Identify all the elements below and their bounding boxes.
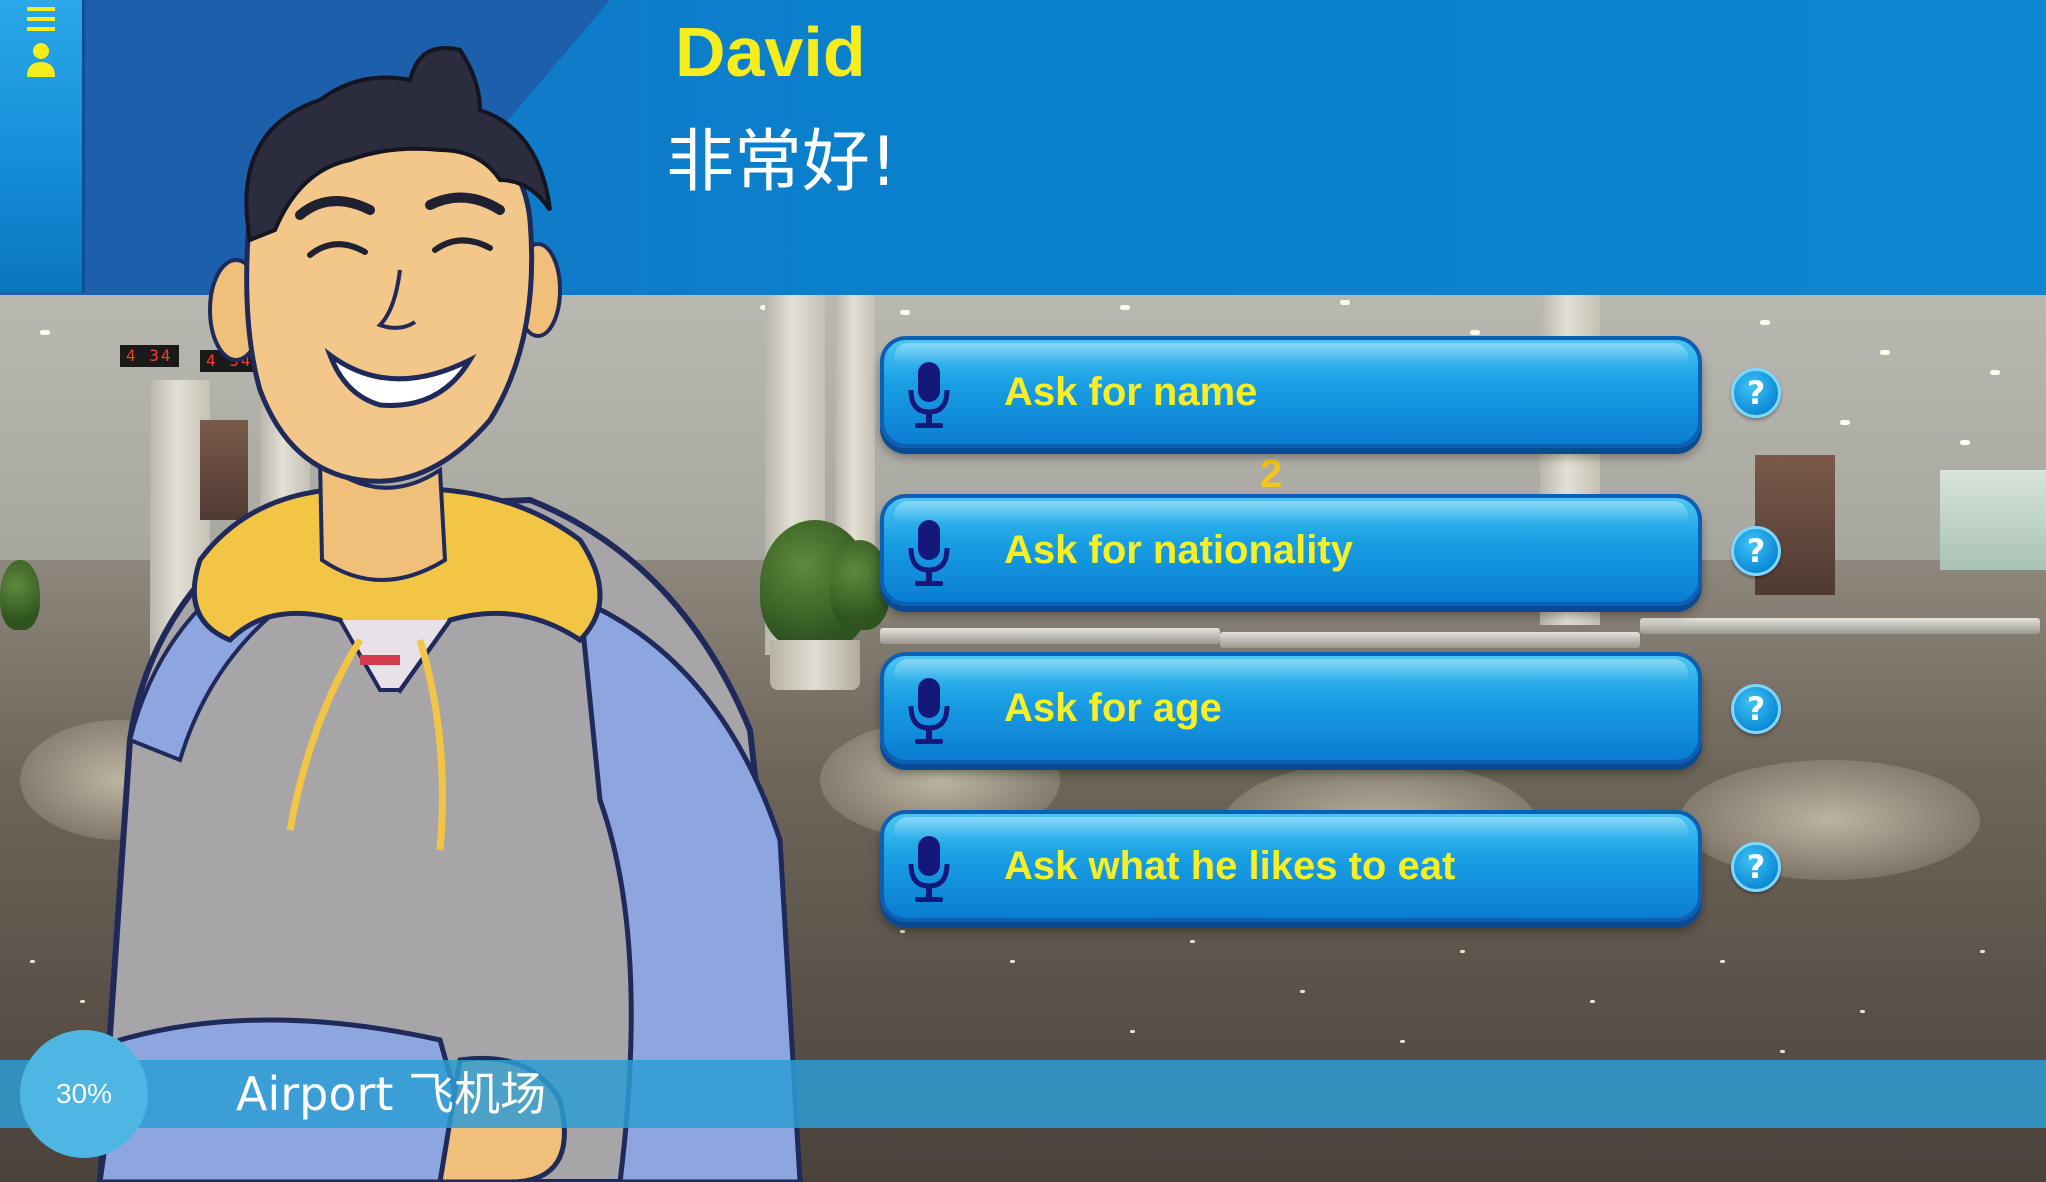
advertising-board xyxy=(1940,470,2046,570)
floor-light-reflection xyxy=(1190,940,1195,943)
ceiling-light xyxy=(1340,300,1350,305)
ceiling-light xyxy=(1960,440,1970,445)
ceiling-light xyxy=(1990,370,2000,375)
floor-light-reflection xyxy=(1860,1010,1865,1013)
floor-light-reflection xyxy=(1400,1040,1405,1043)
floor-light-reflection xyxy=(1780,1050,1785,1053)
ceiling-light xyxy=(1840,420,1850,425)
option-ask-for-nationality[interactable]: Ask for nationality xyxy=(880,494,1702,606)
floor-light-reflection xyxy=(30,960,35,963)
help-button-ask-what-he-likes-to-eat[interactable]: ? xyxy=(1731,842,1781,892)
ceiling-light xyxy=(900,310,910,315)
help-button-ask-for-age[interactable]: ? xyxy=(1731,684,1781,734)
ceiling-light xyxy=(1880,350,1890,355)
baggage-belt xyxy=(1640,618,2040,634)
option-label: Ask for name xyxy=(1004,370,1258,414)
baggage-belt xyxy=(1220,632,1640,648)
menu-profile-icon xyxy=(27,7,55,77)
floor-reflection xyxy=(1680,760,1980,880)
floor-light-reflection xyxy=(1300,990,1305,993)
help-button-ask-for-name[interactable]: ? xyxy=(1731,368,1781,418)
ceiling-light xyxy=(1760,320,1770,325)
ceiling-light xyxy=(1120,305,1130,310)
floor-light-reflection xyxy=(1980,950,1985,953)
option-ask-what-he-likes-to-eat[interactable]: Ask what he likes to eat xyxy=(880,810,1702,922)
help-button-ask-for-nationality[interactable]: ? xyxy=(1731,526,1781,576)
floor-light-reflection xyxy=(1460,950,1465,953)
baggage-belt xyxy=(880,628,1220,644)
character-david-illustration xyxy=(60,40,820,1182)
menu-button[interactable] xyxy=(0,0,85,292)
microphone-icon xyxy=(908,836,950,902)
microphone-icon xyxy=(908,362,950,428)
floor-light-reflection xyxy=(1590,1000,1595,1003)
floor-light-reflection xyxy=(1720,960,1725,963)
location-label: Airport 飞机场 xyxy=(236,1067,547,1121)
floor-light-reflection xyxy=(1010,960,1015,963)
floor-light-reflection xyxy=(900,930,905,933)
floor-light-reflection xyxy=(1130,1030,1135,1033)
option-label: Ask for nationality xyxy=(1004,528,1353,572)
microphone-icon xyxy=(908,678,950,744)
option-ask-for-name[interactable]: Ask for name xyxy=(880,336,1702,448)
progress-indicator: 30% xyxy=(20,1030,148,1158)
potted-plant xyxy=(0,560,40,630)
option-label: Ask what he likes to eat xyxy=(1004,844,1456,888)
gate-number-sign: 2 xyxy=(1260,452,1283,496)
option-ask-for-age[interactable]: Ask for age xyxy=(880,652,1702,764)
ceiling-light xyxy=(1470,330,1480,335)
ceiling-light xyxy=(40,330,50,335)
option-label: Ask for age xyxy=(1004,686,1222,730)
microphone-icon xyxy=(908,520,950,586)
advertising-board xyxy=(1755,455,1835,595)
